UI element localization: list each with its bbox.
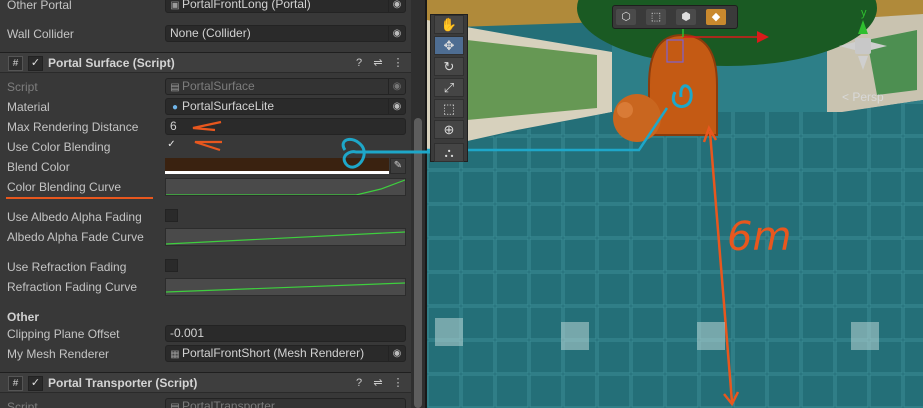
script-icon: # bbox=[8, 56, 23, 71]
max-rendering-distance-input[interactable]: 6 bbox=[165, 118, 406, 135]
use-albedo-alpha-fading-label: Use Albedo Alpha Fading bbox=[7, 210, 142, 224]
presets-icon[interactable]: ⇌ bbox=[371, 376, 385, 390]
move-tool-icon[interactable]: ✥ bbox=[434, 36, 464, 55]
blend-color-swatch[interactable] bbox=[165, 158, 389, 174]
blend-color-row: Blend Color ✎ bbox=[0, 157, 411, 177]
albedo-alpha-fade-curve-label: Albedo Alpha Fade Curve bbox=[7, 230, 144, 244]
object-picker-icon[interactable]: ◉ bbox=[388, 346, 405, 361]
blend-color-label: Blend Color bbox=[7, 160, 70, 174]
script-label: Script bbox=[7, 400, 38, 408]
material-field[interactable]: ● PortalSurfaceLite ◉ bbox=[165, 98, 406, 115]
transporter-script-row: Script ▤ PortalTransporter bbox=[0, 397, 411, 408]
bounds-edit-icon[interactable]: ⬚ bbox=[646, 9, 666, 25]
use-refraction-fading-label: Use Refraction Fading bbox=[7, 260, 127, 274]
inspector-scrollbar-thumb[interactable] bbox=[414, 118, 422, 408]
material-row: Material ● PortalSurfaceLite ◉ bbox=[0, 97, 411, 117]
other-portal-field[interactable]: ▣ PortalFrontLong (Portal) ◉ bbox=[165, 0, 406, 13]
scene-render: y 6m bbox=[427, 0, 923, 408]
clipping-plane-offset-label[interactable]: Clipping Plane Offset bbox=[7, 327, 120, 341]
other-portal-label: Other Portal bbox=[7, 0, 72, 12]
color-blending-curve-label: Color Blending Curve bbox=[7, 180, 122, 194]
max-rendering-distance-row: Max Rendering Distance 6 bbox=[0, 117, 411, 137]
box-collider-edit-icon[interactable]: ⬡ bbox=[616, 9, 636, 25]
curve-line bbox=[166, 179, 405, 195]
script-file-icon: ▤ bbox=[170, 82, 180, 93]
object-picker-icon[interactable]: ◉ bbox=[388, 99, 405, 114]
transform-tool-icon[interactable]: ⊕ bbox=[434, 120, 464, 139]
component-title: Portal Surface (Script) bbox=[48, 56, 175, 70]
max-rendering-distance-label[interactable]: Max Rendering Distance bbox=[7, 120, 138, 134]
rect-tool-icon[interactable]: ⬚ bbox=[434, 99, 464, 118]
albedo-alpha-fade-curve-field[interactable] bbox=[165, 228, 406, 246]
portal-surface-header[interactable]: # ✓ Portal Surface (Script) ? ⇌ ⋮ bbox=[0, 52, 411, 73]
eyedropper-icon[interactable]: ✎ bbox=[390, 158, 406, 174]
material-sphere-icon: ● bbox=[171, 102, 179, 113]
gizmo-y-label: y bbox=[861, 7, 867, 19]
wall-collider-row: Wall Collider None (Collider) ◉ bbox=[0, 24, 411, 44]
color-blending-curve-row: Color Blending Curve bbox=[0, 177, 411, 197]
my-mesh-renderer-label: My Mesh Renderer bbox=[7, 347, 110, 361]
script-label: Script bbox=[7, 80, 38, 94]
wall-collider-label: Wall Collider bbox=[7, 27, 74, 41]
wall-collider-field[interactable]: None (Collider) ◉ bbox=[165, 25, 406, 42]
help-icon[interactable]: ? bbox=[352, 56, 366, 70]
custom-tool-icon[interactable]: ⛬ bbox=[434, 143, 464, 162]
use-refraction-fading-row: Use Refraction Fading bbox=[0, 257, 411, 277]
other-section-title: Other bbox=[7, 310, 40, 324]
use-color-blending-checkbox[interactable]: ✓ bbox=[165, 139, 178, 152]
transform-edit-icon[interactable]: ◆ bbox=[706, 9, 726, 25]
refraction-fading-curve-row: Refraction Fading Curve bbox=[0, 277, 411, 297]
perspective-label[interactable]: < Persp bbox=[842, 90, 884, 104]
rotate-tool-icon[interactable]: ↻ bbox=[434, 57, 464, 76]
presets-icon[interactable]: ⇌ bbox=[371, 56, 385, 70]
curve-line bbox=[166, 231, 405, 245]
object-picker-icon[interactable]: ◉ bbox=[388, 26, 405, 41]
more-options-icon[interactable]: ⋮ bbox=[391, 56, 405, 70]
script-field: ▤ PortalSurface ◉ bbox=[165, 78, 406, 95]
use-albedo-alpha-fading-row: Use Albedo Alpha Fading bbox=[0, 207, 411, 227]
mesh-renderer-icon: ▦ bbox=[170, 349, 180, 360]
alpha-bar bbox=[165, 171, 389, 174]
more-options-icon[interactable]: ⋮ bbox=[391, 376, 405, 390]
color-blending-curve-field[interactable] bbox=[165, 178, 406, 196]
use-refraction-fading-checkbox[interactable] bbox=[165, 259, 178, 272]
albedo-alpha-fade-curve-row: Albedo Alpha Fade Curve bbox=[0, 227, 411, 247]
use-albedo-alpha-fading-checkbox[interactable] bbox=[165, 209, 178, 222]
other-portal-row: Other Portal ▣ PortalFrontLong (Portal) ◉ bbox=[0, 0, 411, 15]
object-picker-icon[interactable]: ◉ bbox=[388, 0, 405, 12]
material-label: Material bbox=[7, 100, 50, 114]
component-enabled-checkbox[interactable]: ✓ bbox=[28, 376, 43, 391]
my-mesh-renderer-field[interactable]: ▦ PortalFrontShort (Mesh Renderer) ◉ bbox=[165, 345, 406, 362]
scene-view[interactable]: y 6m < Persp bbox=[427, 0, 923, 408]
inspector-panel: Other Portal ▣ PortalFrontLong (Portal) ◉… bbox=[0, 0, 411, 408]
script-row: Script ▤ PortalSurface ◉ bbox=[0, 77, 411, 97]
use-color-blending-row: Use Color Blending ✓ bbox=[0, 137, 411, 157]
clipping-plane-offset-row: Clipping Plane Offset -0.001 bbox=[0, 324, 411, 344]
help-icon[interactable]: ? bbox=[352, 376, 366, 390]
refraction-fading-curve-field[interactable] bbox=[165, 278, 406, 296]
scene-tools-toolbar: ✋ ✥ ↻ ⤢ ⬚ ⊕ ⛬ bbox=[430, 14, 468, 162]
script-file-icon: ▤ bbox=[170, 402, 180, 408]
component-tools-bar: ⬡ ⬚ ⬢ ◆ bbox=[612, 5, 738, 29]
component-title: Portal Transporter (Script) bbox=[48, 376, 198, 390]
refraction-fading-curve-label: Refraction Fading Curve bbox=[7, 280, 138, 294]
hand-tool-icon[interactable]: ✋ bbox=[434, 15, 464, 34]
distance-annotation: 6m bbox=[727, 214, 791, 260]
my-mesh-renderer-row: My Mesh Renderer ▦ PortalFrontShort (Mesh… bbox=[0, 344, 411, 364]
scale-tool-icon[interactable]: ⤢ bbox=[434, 78, 464, 97]
portal-object-icon: ▣ bbox=[170, 0, 180, 11]
transporter-script-field: ▤ PortalTransporter bbox=[165, 398, 406, 408]
portal-transporter-header[interactable]: # ✓ Portal Transporter (Script) ? ⇌ ⋮ bbox=[0, 372, 411, 393]
clipping-plane-offset-input[interactable]: -0.001 bbox=[165, 325, 406, 342]
component-enabled-checkbox[interactable]: ✓ bbox=[28, 56, 43, 71]
curve-line bbox=[166, 282, 405, 293]
script-icon: # bbox=[8, 376, 23, 391]
use-color-blending-label: Use Color Blending bbox=[7, 140, 111, 154]
collider-edit-icon[interactable]: ⬢ bbox=[676, 9, 696, 25]
object-picker-icon: ◉ bbox=[388, 79, 405, 94]
